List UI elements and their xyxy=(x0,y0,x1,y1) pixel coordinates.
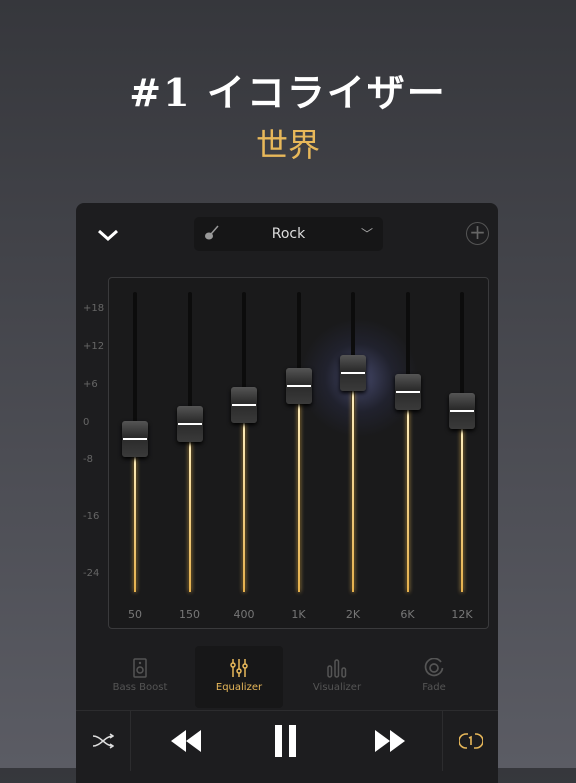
sliders-icon xyxy=(230,659,248,677)
eq-graph: +18 +12 +6 0 -8 -16 -24 50 150 400 1K 2K 6K 12… xyxy=(83,277,489,629)
slider-fill xyxy=(352,373,354,592)
equalizer-panel: Rock ﹀ + +18 +12 +6 0 -8 -16 -24 50 150 400 1K… xyxy=(76,203,498,783)
y-axis-label: -24 xyxy=(83,568,100,579)
tab-label: Equalizer xyxy=(215,682,263,693)
page-subtitle: 世界 xyxy=(255,126,320,164)
band-label: 12K xyxy=(451,608,473,621)
band-label: 1K xyxy=(291,608,306,621)
slider-knob[interactable] xyxy=(231,386,257,423)
chevron-down-icon[interactable] xyxy=(96,223,120,247)
slider-fill xyxy=(134,439,136,592)
band-label: 150 xyxy=(179,608,200,621)
slider-knob[interactable] xyxy=(176,405,203,442)
slider-fill xyxy=(406,392,409,592)
speaker-icon xyxy=(133,658,147,678)
page-title: #1 イコライザー xyxy=(129,70,447,115)
eq-band-slider[interactable]: 1K xyxy=(284,292,314,621)
shuffle-button[interactable] xyxy=(76,711,131,771)
repeat-one-icon xyxy=(458,733,483,749)
y-axis-label: +6 xyxy=(83,378,98,390)
eq-band-slider[interactable]: 6K xyxy=(393,292,423,621)
tab-label: Bass Boost xyxy=(112,682,168,693)
bars-icon xyxy=(327,659,347,678)
y-axis-label: +12 xyxy=(83,340,105,352)
y-axis-label: +18 xyxy=(83,303,105,314)
tab-bass-boost[interactable]: Bass Boost xyxy=(96,646,184,708)
eq-band-slider[interactable]: 50 xyxy=(120,292,150,621)
tab-fade[interactable]: Fade xyxy=(390,646,478,708)
tab-visualizer[interactable]: Visualizer xyxy=(293,646,381,708)
mode-tabs: Bass Boost Equalizer Visualizer Fade xyxy=(76,646,498,708)
tab-label: Fade xyxy=(422,682,446,693)
y-axis-label: -8 xyxy=(83,454,93,466)
repeat-one-button[interactable] xyxy=(442,711,498,771)
eq-band-slider[interactable]: 2K xyxy=(338,292,368,621)
eq-band-slider[interactable]: 400 xyxy=(229,292,259,621)
rewind-button[interactable] xyxy=(166,711,206,771)
preset-name: Rock xyxy=(271,226,306,242)
eq-band-slider[interactable]: 150 xyxy=(175,292,205,621)
tab-label: Visualizer xyxy=(312,682,362,693)
fast-forward-icon xyxy=(375,730,405,752)
slider-fill xyxy=(461,410,463,592)
slider-knob[interactable] xyxy=(340,355,366,392)
slider-knob[interactable] xyxy=(122,421,148,458)
slider-fill xyxy=(188,423,191,592)
chevron-down-icon: ﹀ xyxy=(360,227,373,241)
slider-fill xyxy=(243,404,245,592)
band-label: 400 xyxy=(233,608,255,621)
playback-controls xyxy=(76,710,498,780)
fast-forward-button[interactable] xyxy=(370,711,410,771)
y-axis-label: -16 xyxy=(83,511,100,523)
slider-fill xyxy=(297,385,300,592)
fade-icon xyxy=(424,658,444,677)
tab-equalizer[interactable]: Equalizer xyxy=(195,646,283,708)
slider-knob[interactable] xyxy=(285,367,312,404)
rewind-icon xyxy=(171,730,201,752)
add-preset-button[interactable]: + xyxy=(466,222,489,245)
band-label: 50 xyxy=(128,608,142,621)
slider-knob[interactable] xyxy=(449,392,475,429)
band-label: 6K xyxy=(400,608,415,621)
y-axis-label: 0 xyxy=(83,416,90,428)
shuffle-icon xyxy=(92,733,114,749)
eq-band-slider[interactable]: 12K xyxy=(447,292,477,621)
pause-button[interactable] xyxy=(266,711,306,771)
preset-selector[interactable]: Rock ﹀ xyxy=(194,217,383,251)
band-label: 2K xyxy=(345,608,361,621)
pause-icon xyxy=(275,725,296,757)
slider-knob[interactable] xyxy=(394,374,421,411)
guitar-icon xyxy=(205,225,219,240)
